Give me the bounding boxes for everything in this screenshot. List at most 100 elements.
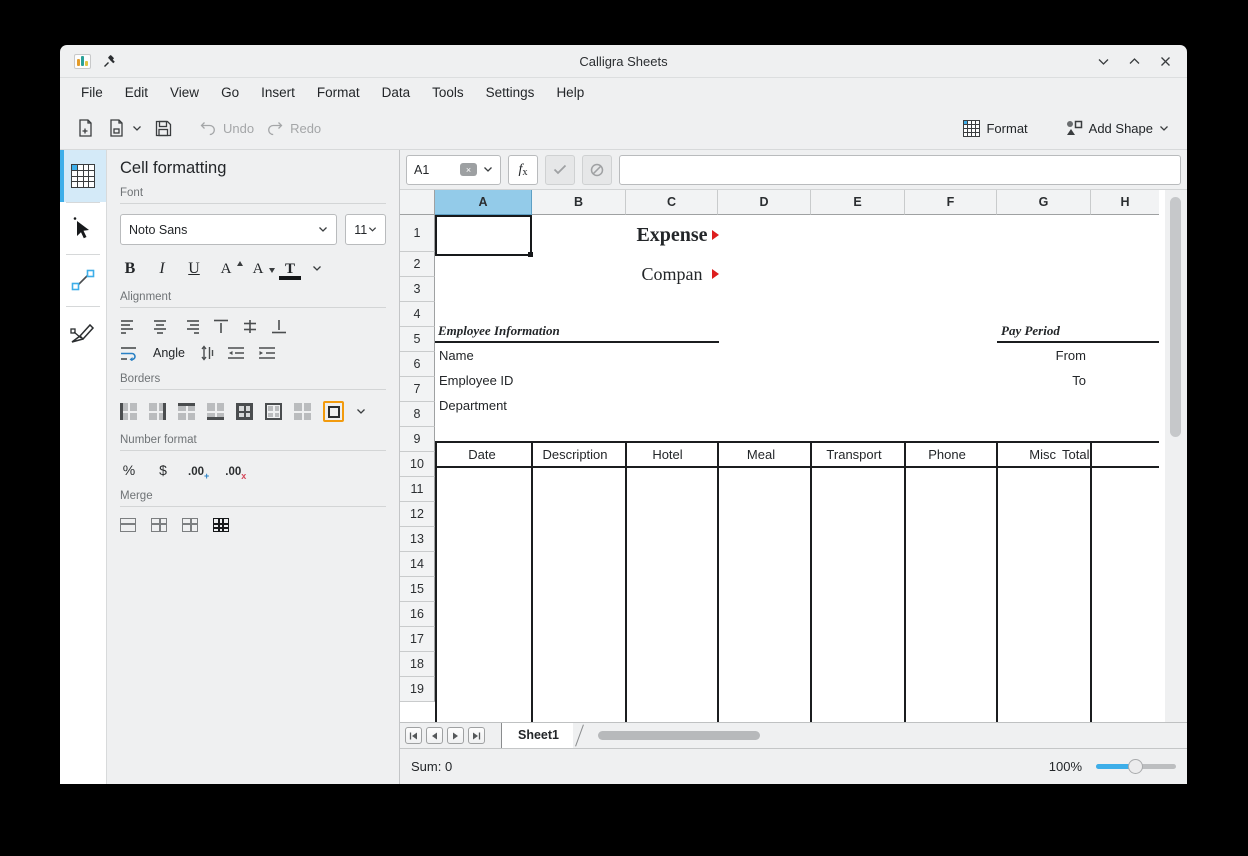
table-header-cell[interactable]: Meal (714, 443, 808, 466)
row-header[interactable]: 1 (400, 215, 435, 252)
menu-item[interactable]: Tools (421, 79, 475, 107)
row-header[interactable]: 11 (400, 477, 435, 502)
cell-tool-button[interactable] (60, 150, 106, 202)
menu-item[interactable]: Go (210, 79, 250, 107)
row-header[interactable]: 2 (400, 252, 435, 277)
menu-item[interactable]: Data (371, 79, 422, 107)
cell-from-label[interactable]: From (997, 343, 1086, 368)
cell-subtitle-company[interactable]: Compan (626, 256, 718, 293)
row-header[interactable]: 16 (400, 602, 435, 627)
accept-entry-button[interactable] (545, 155, 575, 185)
row-header[interactable]: 10 (400, 452, 435, 477)
border-top-button[interactable] (178, 403, 195, 420)
table-header-cell[interactable]: Hotel (621, 443, 714, 466)
row-header[interactable]: 8 (400, 402, 435, 427)
border-all-button[interactable] (236, 403, 253, 420)
format-button[interactable]: Format (957, 116, 1033, 141)
fill-handle[interactable] (528, 252, 533, 257)
table-header-cell[interactable]: Transport (808, 443, 900, 466)
menu-item[interactable]: Insert (250, 79, 306, 107)
menu-item[interactable]: View (159, 79, 210, 107)
border-none-button[interactable] (294, 403, 311, 420)
column-header[interactable]: F (905, 190, 997, 215)
align-left-icon[interactable] (120, 319, 138, 334)
undo-button[interactable]: Undo (193, 116, 260, 140)
formula-input[interactable] (619, 155, 1181, 185)
italic-button[interactable]: I (152, 257, 172, 279)
line-connector-tool-button[interactable] (60, 254, 106, 306)
cell-to-label[interactable]: To (997, 368, 1086, 393)
border-outer-button[interactable] (265, 403, 282, 420)
font-family-select[interactable]: Noto Sans (120, 214, 337, 245)
align-center-icon[interactable] (151, 319, 169, 334)
menu-item[interactable]: Format (306, 79, 371, 107)
percent-format-button[interactable]: % (120, 462, 138, 478)
dissociate-cells-button[interactable] (213, 518, 229, 532)
cell-employee-information[interactable]: Employee Information (438, 319, 560, 341)
column-header[interactable]: G (997, 190, 1091, 215)
column-header[interactable]: H (1091, 190, 1159, 215)
wrap-text-icon[interactable] (120, 346, 138, 361)
grow-font-button[interactable]: A (216, 257, 236, 279)
table-header-cell[interactable]: Total (1062, 443, 1089, 466)
menu-item[interactable]: Help (545, 79, 595, 107)
borders-chevron[interactable] (356, 408, 366, 415)
indent-increase-icon[interactable] (258, 346, 276, 361)
merge-vertical-button[interactable] (182, 518, 198, 532)
row-header[interactable]: 13 (400, 527, 435, 552)
row-header[interactable]: 15 (400, 577, 435, 602)
text-color-button[interactable]: T (280, 257, 300, 279)
open-dropdown-chevron[interactable] (132, 125, 142, 132)
selected-cell-outline[interactable] (435, 215, 532, 256)
row-header[interactable]: 6 (400, 352, 435, 377)
cell-title-expense[interactable]: Expense (626, 215, 718, 256)
bold-button[interactable]: B (120, 257, 140, 279)
sheet-tab[interactable]: Sheet1 (501, 723, 573, 748)
row-header[interactable]: 4 (400, 302, 435, 327)
titlebar[interactable]: Calligra Sheets (60, 45, 1187, 78)
row-header[interactable]: 5 (400, 327, 435, 352)
merge-cells-button[interactable] (120, 518, 136, 532)
minimize-button[interactable] (1095, 53, 1111, 69)
cell-ref-chevron[interactable] (483, 166, 493, 173)
redo-button[interactable]: Redo (260, 116, 327, 140)
font-size-select[interactable]: 11 (345, 214, 386, 245)
column-header[interactable]: B (532, 190, 626, 215)
underline-button[interactable]: U (184, 257, 204, 279)
column-header[interactable]: E (811, 190, 905, 215)
border-right-button[interactable] (149, 403, 166, 420)
row-header[interactable]: 19 (400, 677, 435, 702)
row-header[interactable]: 17 (400, 627, 435, 652)
row-header[interactable]: 7 (400, 377, 435, 402)
menu-item[interactable]: Settings (475, 79, 546, 107)
table-header-cell[interactable]: Date (435, 443, 529, 466)
column-header[interactable]: A (435, 190, 532, 215)
vertical-scrollbar[interactable] (1165, 190, 1187, 722)
path-drawing-tool-button[interactable] (60, 306, 106, 358)
cancel-entry-button[interactable] (582, 155, 612, 185)
select-all-corner[interactable] (400, 190, 435, 215)
increase-precision-button[interactable]: .00+ (188, 462, 209, 478)
indent-decrease-icon[interactable] (227, 346, 245, 361)
menu-item[interactable]: Edit (114, 79, 159, 107)
cell-employee-id-label[interactable]: Employee ID (439, 368, 513, 393)
angle-button[interactable]: Angle (151, 346, 187, 360)
merge-horizontal-button[interactable] (151, 518, 167, 532)
cell-pay-period[interactable]: Pay Period (1001, 319, 1060, 341)
cell-reference-box[interactable]: A1 × (406, 155, 501, 185)
open-document-button[interactable] (101, 114, 148, 142)
column-header[interactable]: C (626, 190, 718, 215)
table-header-cell[interactable]: Description (529, 443, 621, 466)
currency-format-button[interactable]: $ (154, 462, 172, 478)
align-right-icon[interactable] (182, 319, 200, 334)
selection-tool-button[interactable] (60, 202, 106, 254)
sheet-grid[interactable]: ABCDEFGH 12345678910111213141516171819 E… (400, 190, 1187, 722)
shrink-font-button[interactable]: A (248, 257, 268, 279)
column-header[interactable]: D (718, 190, 811, 215)
zoom-slider[interactable] (1096, 764, 1176, 769)
text-color-chevron[interactable] (312, 265, 322, 272)
cell-name-label[interactable]: Name (439, 343, 474, 368)
previous-sheet-button[interactable] (426, 727, 443, 744)
next-sheet-button[interactable] (447, 727, 464, 744)
align-middle-icon[interactable] (242, 319, 258, 334)
